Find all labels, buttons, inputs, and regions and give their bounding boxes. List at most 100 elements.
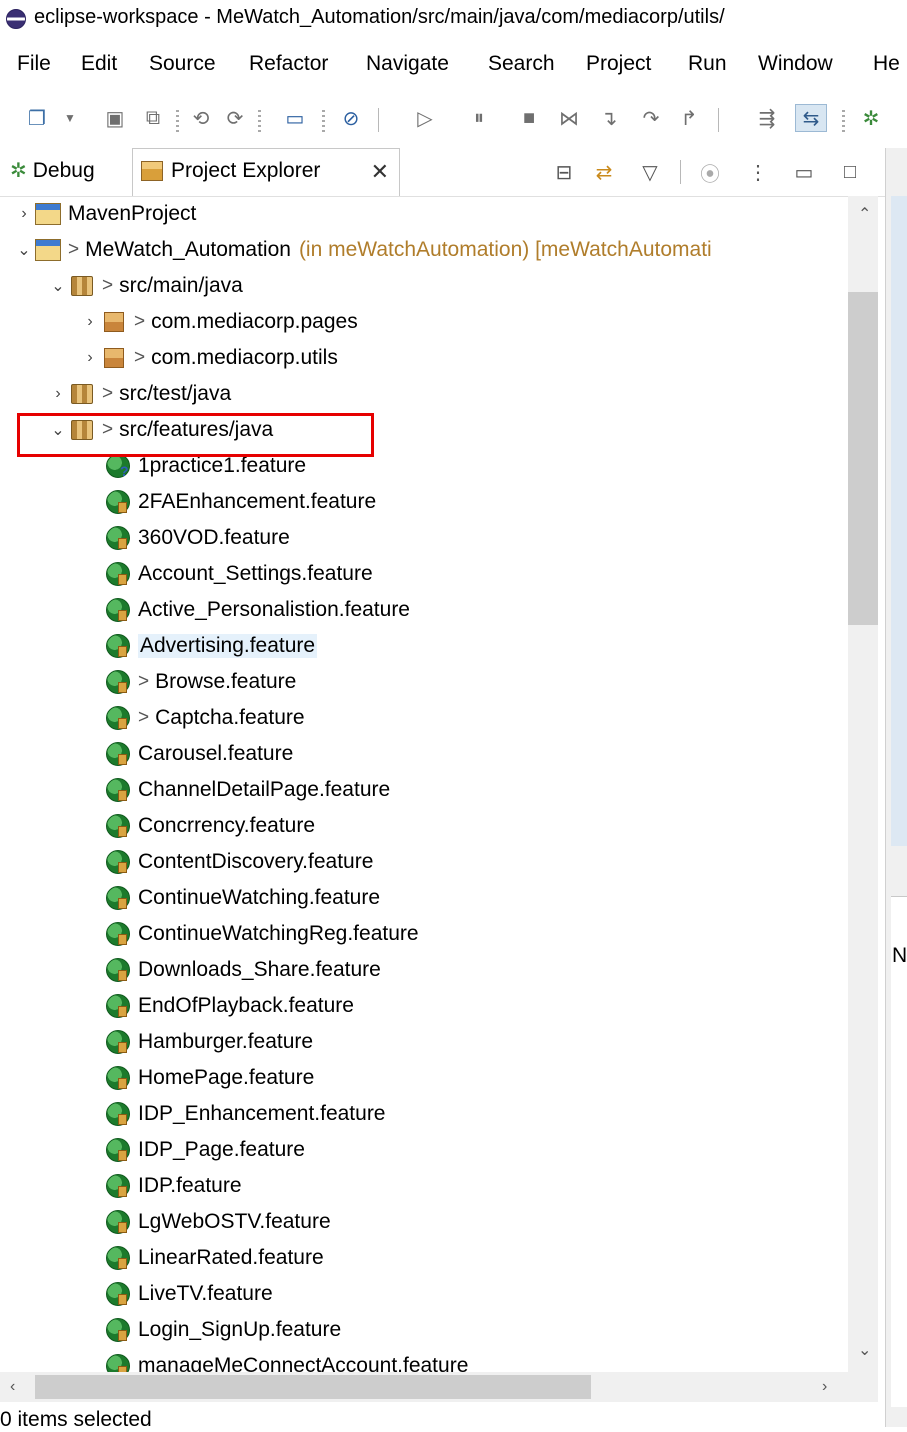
git-dirty-marker: > — [102, 383, 114, 404]
new-dropdown-icon[interactable]: ▼ — [62, 104, 78, 132]
tree-item-feature-file[interactable]: Login_SignUp.feature — [104, 1312, 341, 1348]
feature-file-icon — [104, 885, 132, 911]
debug-icon[interactable]: ✲ — [858, 104, 884, 132]
tree-item-feature-file[interactable]: Hamburger.feature — [104, 1024, 313, 1060]
tree-item-mewatch-automation[interactable]: ⌄ > MeWatch_Automation (in meWatchAutoma… — [14, 232, 712, 268]
chevron-down-icon[interactable]: ⌄ — [14, 240, 34, 260]
tree-item-feature-file[interactable]: manageMeConnectAccount.feature — [104, 1348, 468, 1372]
tree-item-package-pages[interactable]: › > com.mediacorp.pages — [80, 304, 357, 340]
link-with-editor-icon[interactable]: ⇄ — [590, 158, 618, 186]
tree-item-src-main-java[interactable]: ⌄ > src/main/java — [48, 268, 243, 304]
tree-item-feature-file[interactable]: IDP.feature — [104, 1168, 242, 1204]
tree-item-src-test-java[interactable]: › > src/test/java — [48, 376, 231, 412]
step-return-icon[interactable]: ↱ — [676, 104, 702, 132]
menu-help[interactable]: He — [873, 52, 900, 76]
tree-item-label: manageMeConnectAccount.feature — [138, 1354, 469, 1372]
project-explorer-tree[interactable]: › MavenProject ⌄ > MeWatch_Automation (i… — [0, 196, 848, 1372]
tree-item-feature-file[interactable]: LinearRated.feature — [104, 1240, 324, 1276]
maximize-icon[interactable]: □ — [836, 158, 864, 186]
git-dirty-marker: > — [134, 347, 146, 368]
menu-window[interactable]: Window — [758, 52, 833, 76]
drop-to-frame-icon[interactable]: ⇶ — [754, 104, 780, 132]
tree-item-feature-file[interactable]: Account_Settings.feature — [104, 556, 373, 592]
tree-item-feature-file[interactable]: ChannelDetailPage.feature — [104, 772, 390, 808]
chevron-right-icon[interactable]: › — [80, 313, 100, 331]
back-icon[interactable]: ⟲ — [188, 104, 214, 132]
tree-item-feature-file[interactable]: 360VOD.feature — [104, 520, 290, 556]
toolbar-grip — [258, 110, 261, 132]
chevron-right-icon[interactable]: › — [48, 385, 68, 403]
scroll-down-icon[interactable]: ⌄ — [858, 1340, 871, 1360]
chevron-right-icon[interactable]: › — [14, 205, 34, 223]
menu-navigate[interactable]: Navigate — [366, 52, 449, 76]
feature-file-icon — [104, 921, 132, 947]
tree-item-feature-file[interactable]: LgWebOSTV.feature — [104, 1204, 331, 1240]
disconnect-icon[interactable]: ⋈ — [556, 104, 582, 132]
menu-file[interactable]: File — [17, 52, 51, 76]
tree-item-label: LgWebOSTV.feature — [138, 1210, 331, 1233]
menu-edit[interactable]: Edit — [81, 52, 117, 76]
tree-item-feature-file[interactable]: 2FAEnhancement.feature — [104, 484, 376, 520]
tree-item-feature-file[interactable]: ContentDiscovery.feature — [104, 844, 373, 880]
new-icon[interactable]: ❐ — [24, 104, 50, 132]
scroll-left-icon[interactable]: ‹ — [10, 1378, 15, 1396]
chevron-down-icon[interactable]: ⌄ — [48, 276, 68, 296]
skip-breakpoints-icon[interactable]: ⊘ — [338, 104, 364, 132]
tree-item-feature-file[interactable]: ContinueWatchingReg.feature — [104, 916, 419, 952]
vertical-scrollbar-thumb[interactable] — [848, 292, 878, 625]
filter-icon[interactable]: ▽ — [636, 158, 664, 186]
feature-file-icon — [104, 1281, 132, 1307]
tree-item-feature-file[interactable]: IDP_Page.feature — [104, 1132, 305, 1168]
tree-item-feature-file[interactable]: Downloads_Share.feature — [104, 952, 381, 988]
menu-source[interactable]: Source — [149, 52, 216, 76]
tree-item-feature-file[interactable]: Carousel.feature — [104, 736, 293, 772]
tab-project-explorer[interactable]: Project Explorer ✕ — [132, 148, 400, 196]
tree-item-label: ContentDiscovery.feature — [138, 850, 374, 873]
tree-item-feature-file[interactable]: Concrrency.feature — [104, 808, 315, 844]
menu-run[interactable]: Run — [688, 52, 727, 76]
feature-file-icon — [104, 669, 132, 695]
tree-item-label: ContinueWatchingReg.feature — [138, 922, 419, 945]
terminate-icon[interactable]: ■ — [516, 104, 542, 132]
step-into-icon[interactable]: ↴ — [596, 104, 622, 132]
toolbar-grip — [322, 110, 325, 132]
suspend-icon[interactable]: ⏸ — [466, 104, 492, 132]
tree-item-label: MeWatch_Automation — [85, 238, 291, 261]
use-step-filters-icon[interactable]: ⇆ — [795, 104, 827, 132]
title-bar: eclipse-workspace - MeWatch_Automation/s… — [0, 0, 907, 36]
forward-icon[interactable]: ⟳ — [222, 104, 248, 132]
tree-item-feature-file[interactable]: HomePage.feature — [104, 1060, 314, 1096]
feature-file-icon — [104, 1317, 132, 1343]
close-icon[interactable]: ✕ — [371, 159, 389, 185]
menu-project[interactable]: Project — [586, 52, 651, 76]
save-all-icon[interactable]: ⧉ — [140, 104, 166, 132]
save-icon[interactable]: ▣ — [102, 104, 128, 132]
tree-item-package-utils[interactable]: › > com.mediacorp.utils — [80, 340, 338, 376]
tree-item-feature-file[interactable]: LiveTV.feature — [104, 1276, 273, 1312]
tab-debug-label: Debug — [32, 158, 95, 182]
menu-refactor[interactable]: Refactor — [249, 52, 328, 76]
tree-item-feature-file[interactable]: ContinueWatching.feature — [104, 880, 380, 916]
tab-debug[interactable]: ✲ Debug — [10, 158, 95, 183]
tree-item-feature-file[interactable]: > Captcha.feature — [104, 700, 305, 736]
minimize-icon[interactable]: ▭ — [790, 158, 818, 186]
tree-item-feature-file[interactable]: > Browse.feature — [104, 664, 296, 700]
main-toolbar: ❐ ▼ ▣ ⧉ ⟲ ⟳ ▭ ⊘ ▷ ⏸ ■ ⋈ ↴ ↷ ↱ ⇶ ⇆ ✲ — [0, 96, 907, 144]
tree-item-maven-project[interactable]: › MavenProject — [14, 196, 196, 232]
tree-item-feature-file[interactable]: Active_Personalistion.feature — [104, 592, 410, 628]
view-menu-icon[interactable]: ⋮ — [744, 158, 772, 186]
resume-icon[interactable]: ▷ — [412, 104, 438, 132]
console-icon[interactable]: ▭ — [282, 104, 308, 132]
focus-icon[interactable]: ⦿ — [696, 158, 724, 186]
horizontal-scrollbar-thumb[interactable] — [35, 1375, 591, 1399]
tree-item-feature-file[interactable]: IDP_Enhancement.feature — [104, 1096, 386, 1132]
tree-item-feature-file-selected[interactable]: Advertising.feature — [104, 628, 318, 664]
tree-item-feature-file[interactable]: EndOfPlayback.feature — [104, 988, 354, 1024]
chevron-right-icon[interactable]: › — [80, 349, 100, 367]
step-over-icon[interactable]: ↷ — [638, 104, 664, 132]
feature-file-icon — [104, 489, 132, 515]
scroll-right-icon[interactable]: › — [822, 1378, 827, 1396]
menu-search[interactable]: Search — [488, 52, 555, 76]
collapse-all-icon[interactable]: ⊟ — [550, 158, 578, 186]
scroll-up-icon[interactable]: ⌃ — [858, 204, 871, 224]
